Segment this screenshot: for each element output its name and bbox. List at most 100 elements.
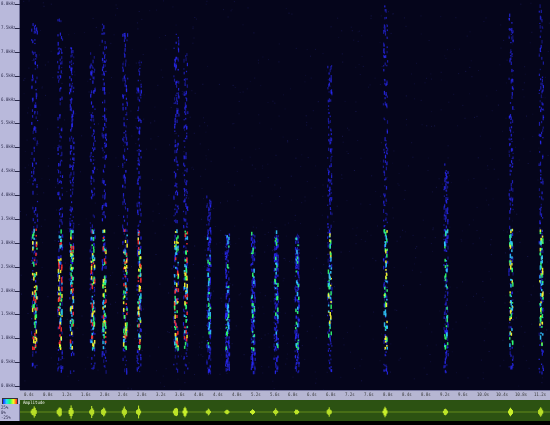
spectrogram-noise: [68, 34, 69, 35]
spectral-peak: [446, 325, 448, 327]
call-5[interactable]: [102, 24, 108, 374]
spectrogram-canvas[interactable]: [20, 0, 550, 390]
call-1[interactable]: [31, 23, 38, 368]
spectral-energy: [178, 251, 179, 253]
spectral-peak: [61, 327, 63, 331]
spectrogram-noise: [440, 16, 441, 17]
spectrogram-noise: [333, 221, 334, 222]
spectral-peak: [540, 265, 542, 269]
spectral-energy: [511, 37, 512, 40]
spectrogram-noise: [471, 76, 472, 77]
spectral-energy: [59, 212, 60, 215]
spectral-energy: [123, 197, 124, 199]
spectral-peak: [103, 293, 105, 296]
spectral-energy: [509, 366, 510, 368]
spectral-energy: [186, 189, 187, 192]
call-16[interactable]: [383, 5, 389, 374]
call-19[interactable]: [539, 4, 545, 374]
call-18[interactable]: [508, 14, 514, 370]
spectrogram-noise: [268, 59, 269, 60]
spectral-peak: [123, 283, 125, 286]
spectral-energy: [73, 223, 74, 224]
spectrogram-noise: [322, 215, 323, 216]
spectral-energy: [34, 257, 35, 259]
spectral-peak: [93, 321, 95, 326]
spectral-peak: [510, 229, 512, 231]
spectrogram-noise: [47, 296, 48, 297]
spectral-energy: [34, 39, 35, 41]
spectral-energy: [31, 175, 32, 177]
frequency-label: 3.0kHz: [1, 241, 15, 245]
spectrogram-noise: [305, 75, 306, 76]
spectral-energy: [59, 140, 60, 142]
spectral-peak: [58, 293, 60, 296]
spectrogram-noise: [164, 386, 165, 387]
spectrogram-noise: [213, 291, 214, 292]
call-9[interactable]: [183, 53, 189, 374]
spectral-energy: [331, 148, 332, 150]
spectral-energy: [542, 129, 543, 132]
call-2[interactable]: [57, 19, 63, 373]
call-14[interactable]: [295, 234, 300, 374]
spectral-energy: [104, 123, 105, 126]
spectral-energy: [139, 73, 140, 75]
spectral-energy: [329, 348, 330, 349]
spectral-peak: [32, 234, 34, 239]
spectrogram-noise: [108, 251, 109, 252]
spectrogram-noise: [548, 51, 549, 52]
spectrogram-view[interactable]: [20, 0, 550, 390]
call-15[interactable]: [327, 65, 333, 372]
call-12[interactable]: [250, 232, 255, 374]
spectral-peak: [177, 276, 179, 279]
spectrogram-noise: [528, 163, 529, 164]
spectral-energy: [175, 101, 176, 104]
call-17[interactable]: [443, 163, 449, 373]
spectral-energy: [105, 317, 106, 320]
spectral-energy: [540, 16, 541, 20]
call-6[interactable]: [122, 33, 128, 375]
spectral-peak: [176, 310, 178, 313]
spectrogram-noise: [354, 368, 355, 369]
spectrogram-noise: [431, 79, 432, 80]
spectral-energy: [94, 136, 95, 140]
call-11[interactable]: [225, 234, 231, 372]
spectral-energy: [139, 127, 140, 128]
spectral-energy: [209, 299, 210, 302]
spectrogram-noise: [228, 182, 229, 183]
spectral-peak: [34, 324, 36, 328]
spectral-energy: [57, 20, 58, 21]
call-13[interactable]: [274, 230, 280, 374]
spectral-energy: [92, 135, 93, 137]
spectral-peak: [385, 232, 387, 237]
spectrogram-noise: [227, 373, 228, 374]
call-8[interactable]: [173, 34, 179, 373]
spectrogram-noise: [360, 365, 361, 366]
spectral-peak: [510, 310, 512, 313]
spectral-energy: [35, 280, 36, 283]
spectral-energy: [176, 368, 177, 370]
spectrogram-noise: [109, 93, 110, 94]
call-10[interactable]: [206, 196, 211, 375]
spectrogram-noise: [144, 94, 145, 95]
spectral-energy: [383, 69, 384, 72]
call-7[interactable]: [136, 62, 142, 373]
spectral-energy: [186, 226, 187, 228]
spectral-energy: [36, 89, 37, 90]
spectrogram-noise: [361, 380, 362, 381]
spectrogram-noise: [416, 63, 417, 64]
spectral-energy: [33, 218, 34, 221]
spectral-peak: [91, 270, 93, 274]
spectral-energy: [207, 216, 208, 220]
spectral-energy: [124, 132, 125, 134]
spectral-peak: [297, 342, 299, 344]
time-ruler[interactable]: 0.4s0.8s1.2s1.6s2.0s2.4s2.8s3.2s3.6s4.0s…: [20, 390, 550, 400]
spectral-peak: [70, 264, 72, 267]
spectrogram-noise: [297, 139, 298, 140]
spectral-energy: [73, 177, 74, 180]
spectral-energy: [70, 158, 71, 160]
spectrogram-noise: [512, 220, 513, 221]
spectral-peak: [510, 245, 512, 249]
call-4[interactable]: [90, 52, 96, 370]
spectral-peak: [124, 266, 126, 269]
spectral-energy: [330, 161, 331, 162]
